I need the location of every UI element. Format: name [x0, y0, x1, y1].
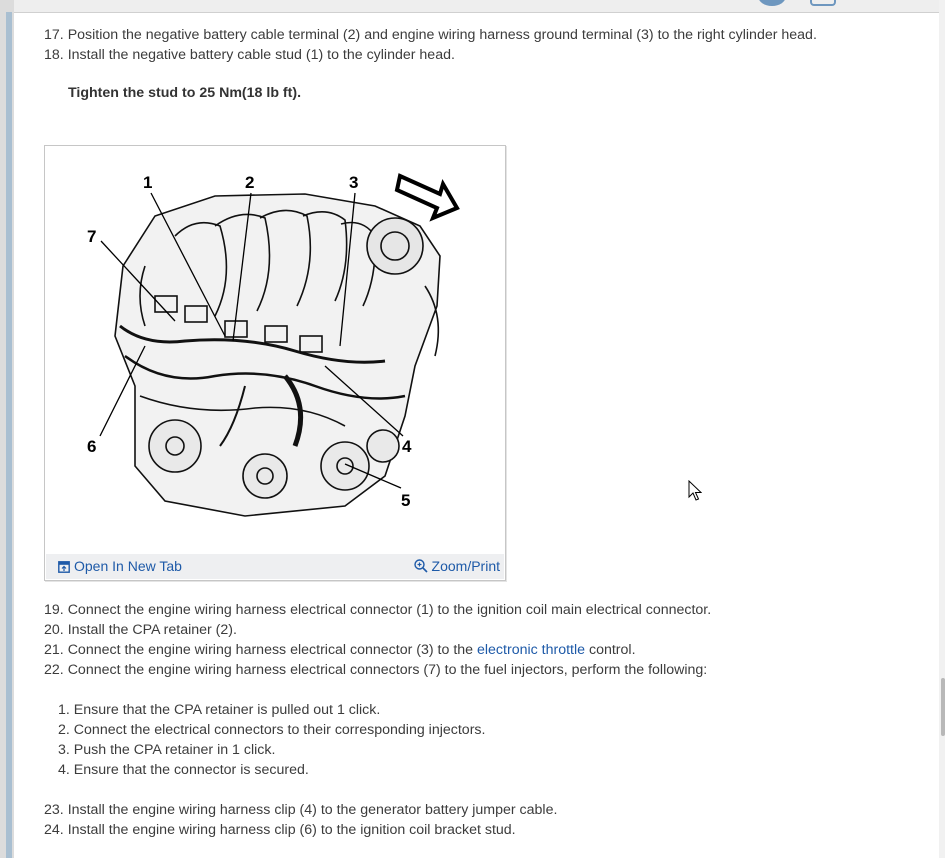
mouse-pointer-icon [688, 480, 702, 501]
zoom-icon [413, 559, 428, 573]
callout-4: 4 [402, 437, 412, 456]
step-24: 24. Install the engine wiring harness cl… [44, 820, 516, 840]
step-text: Position the negative battery cable term… [67, 27, 817, 43]
zoom-print-label: Zoom/Print [431, 558, 500, 574]
step-number: 20. [44, 622, 64, 638]
step-23: 23. Install the engine wiring harness cl… [44, 800, 557, 820]
step-18: 18. Install the negative battery cable s… [44, 45, 455, 65]
substep-4: 4. Ensure that the connector is secured. [58, 760, 309, 780]
step-20: 20. Install the CPA retainer (2). [44, 620, 237, 640]
engine-diagram[interactable]: 1 2 3 4 5 6 7 [45, 146, 505, 554]
callout-2: 2 [245, 173, 254, 192]
step-text: Connect the engine wiring harness electr… [67, 642, 477, 658]
callout-7: 7 [87, 227, 96, 246]
substep-text: Push the CPA retainer in 1 click. [73, 742, 276, 758]
step-text: Install the negative battery cable stud … [67, 47, 455, 63]
vertical-scrollbar[interactable] [939, 0, 945, 858]
substep-2: 2. Connect the electrical connectors to … [58, 720, 485, 740]
substep-number: 2. [58, 722, 70, 738]
figure-toolbar: Open In New Tab Zoom/Print [46, 554, 504, 579]
substep-number: 4. [58, 762, 70, 778]
callout-1: 1 [143, 173, 152, 192]
step-number: 24. [44, 822, 64, 838]
left-panel-accent [6, 12, 12, 858]
substep-number: 3. [58, 742, 70, 758]
substep-1: 1. Ensure that the CPA retainer is pulle… [58, 700, 380, 720]
substep-number: 1. [58, 702, 70, 718]
step-19: 19. Connect the engine wiring harness el… [44, 600, 711, 620]
step-17: 17. Position the negative battery cable … [44, 25, 817, 45]
step-number: 22. [44, 662, 64, 678]
chat-icon[interactable] [810, 0, 836, 6]
substep-text: Ensure that the CPA retainer is pulled o… [73, 702, 381, 718]
scrollbar-thumb[interactable] [941, 678, 945, 736]
step-text: Install the engine wiring harness clip (… [67, 822, 516, 838]
step-number: 21. [44, 642, 64, 658]
step-text: Connect the engine wiring harness electr… [67, 662, 708, 678]
step-22: 22. Connect the engine wiring harness el… [44, 660, 707, 680]
top-toolbar [14, 0, 939, 13]
zoom-print-link[interactable]: Zoom/Print [413, 558, 500, 574]
step-21: 21. Connect the engine wiring harness el… [44, 640, 636, 660]
step-text: Connect the engine wiring harness electr… [67, 602, 712, 618]
step-number: 23. [44, 802, 64, 818]
user-avatar-icon[interactable] [758, 0, 786, 6]
substep-text: Connect the electrical connectors to the… [73, 722, 486, 738]
engine-illustration-figure: 1 2 3 4 5 6 7 Open In New Tab Zoom/Print [44, 145, 506, 581]
callout-6: 6 [87, 437, 96, 456]
electronic-throttle-link[interactable]: electronic throttle [477, 642, 585, 658]
step-number: 17. [44, 27, 64, 43]
substep-3: 3. Push the CPA retainer in 1 click. [58, 740, 275, 760]
step-text-end: control. [585, 642, 636, 658]
step-number: 18. [44, 47, 64, 63]
step-text: Install the CPA retainer (2). [67, 622, 237, 638]
open-in-new-tab-link[interactable]: Open In New Tab [58, 558, 182, 574]
torque-spec-note: Tighten the stud to 25 Nm(18 lb ft). [68, 85, 302, 101]
new-tab-icon [58, 561, 70, 573]
step-number: 19. [44, 602, 64, 618]
callout-5: 5 [401, 491, 410, 510]
left-panel-edge [0, 0, 14, 858]
substep-text: Ensure that the connector is secured. [73, 762, 309, 778]
open-in-new-tab-label: Open In New Tab [74, 558, 182, 574]
callout-3: 3 [349, 173, 358, 192]
step-text: Install the engine wiring harness clip (… [67, 802, 558, 818]
